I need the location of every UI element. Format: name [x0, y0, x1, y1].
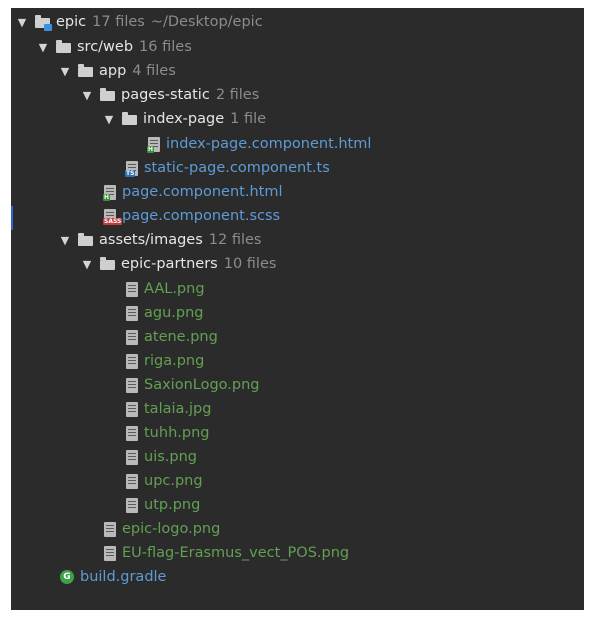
tree-item-label: epic	[56, 14, 87, 30]
tree-item-label: src/web	[77, 39, 134, 55]
module-folder-icon	[35, 15, 52, 31]
file-count: 2 files	[215, 87, 260, 103]
selection-edge-marker	[11, 206, 13, 230]
tree-file-image[interactable]: SaxionLogo.png	[126, 373, 259, 397]
tree-item-pages-static[interactable]: ▼ pages-static 2 files	[82, 83, 260, 107]
image-file-icon	[126, 473, 138, 489]
tree-item-label: epic-logo.png	[122, 521, 221, 537]
file-count: 4 files	[132, 63, 176, 79]
tree-item-label: SaxionLogo.png	[144, 377, 260, 393]
chevron-down-icon[interactable]: ▼	[60, 234, 70, 247]
chevron-down-icon[interactable]: ▼	[38, 41, 48, 54]
tree-file-image[interactable]: uis.png	[126, 445, 197, 469]
html-file-icon: H	[147, 136, 160, 153]
tree-item-index-page[interactable]: ▼ index-page 1 file	[104, 107, 266, 131]
tree-file-static-page-ts[interactable]: TS static-page.component.ts	[125, 156, 330, 180]
tree-item-label: page.component.html	[122, 184, 283, 200]
tree-file-eu-flag[interactable]: EU-flag-Erasmus_vect_POS.png	[104, 541, 349, 565]
file-count: 1 file	[230, 111, 267, 127]
chevron-down-icon[interactable]: ▼	[82, 89, 92, 102]
chevron-down-icon[interactable]: ▼	[104, 113, 114, 126]
tree-item-assets-images[interactable]: ▼ assets/images 12 files	[60, 228, 262, 252]
project-tree-panel: ▼ epic 17 files ~/Desktop/epic ▼ src/web…	[11, 8, 584, 610]
tree-file-image[interactable]: riga.png	[126, 349, 204, 373]
tree-file-image[interactable]: atene.png	[126, 325, 218, 349]
folder-icon	[78, 64, 93, 77]
html-file-icon: H	[103, 184, 116, 201]
tree-file-epic-logo[interactable]: epic-logo.png	[104, 517, 220, 541]
tree-item-label: uis.png	[144, 449, 197, 465]
html-badge: H	[103, 193, 111, 201]
tree-file-page-html[interactable]: H page.component.html	[103, 180, 283, 204]
tree-item-label: page.component.scss	[122, 208, 281, 224]
tree-file-page-scss[interactable]: SASS page.component.scss	[103, 204, 281, 228]
file-count: 10 files	[223, 256, 277, 272]
image-file-icon	[126, 305, 138, 321]
tree-file-image[interactable]: agu.png	[126, 301, 204, 325]
chevron-down-icon[interactable]: ▼	[60, 65, 70, 78]
tree-item-epic-partners[interactable]: ▼ epic-partners 10 files	[82, 252, 277, 276]
file-count: 12 files	[208, 232, 262, 248]
sass-file-icon: SASS	[103, 208, 123, 225]
tree-item-label: agu.png	[144, 305, 204, 321]
tree-item-label: epic-partners	[121, 256, 218, 272]
tree-item-label: talaia.jpg	[144, 401, 212, 417]
tree-item-label: tuhh.png	[144, 425, 210, 441]
image-file-icon	[104, 521, 116, 537]
image-file-icon	[126, 449, 138, 465]
image-file-icon	[126, 401, 138, 417]
tree-item-label: static-page.component.ts	[144, 160, 330, 176]
file-count: 16 files	[139, 39, 192, 55]
typescript-file-icon: TS	[125, 160, 138, 177]
folder-icon	[56, 40, 71, 53]
tree-file-image[interactable]: utp.png	[126, 493, 200, 517]
image-file-icon	[126, 377, 138, 393]
tree-item-src-web[interactable]: ▼ src/web 16 files	[38, 35, 192, 59]
folder-icon	[100, 257, 115, 270]
tree-item-label: build.gradle	[80, 569, 167, 585]
tree-item-label: index-page	[143, 111, 225, 127]
file-count: 17 files	[92, 14, 145, 30]
image-file-icon	[104, 545, 116, 561]
chevron-down-icon[interactable]: ▼	[82, 258, 92, 271]
tree-root-epic[interactable]: ▼ epic 17 files ~/Desktop/epic	[17, 10, 263, 34]
folder-icon	[122, 112, 137, 125]
image-file-icon	[126, 425, 138, 441]
chevron-down-icon[interactable]: ▼	[17, 16, 27, 29]
tree-item-label: index-page.component.html	[166, 136, 372, 152]
tree-file-image[interactable]: AAL.png	[126, 277, 205, 301]
folder-icon	[78, 233, 93, 246]
tree-item-label: riga.png	[144, 353, 205, 369]
tree-file-image[interactable]: talaia.jpg	[126, 397, 211, 421]
tree-item-label: assets/images	[99, 232, 203, 248]
image-file-icon	[126, 281, 138, 297]
folder-path: ~/Desktop/epic	[150, 14, 263, 30]
ts-badge: TS	[125, 169, 136, 177]
tree-item-label: pages-static	[121, 87, 210, 103]
tree-item-label: atene.png	[144, 329, 218, 345]
tree-item-label: app	[99, 63, 127, 79]
tree-item-label: EU-flag-Erasmus_vect_POS.png	[122, 545, 350, 561]
image-file-icon	[126, 329, 138, 345]
tree-file-image[interactable]: tuhh.png	[126, 421, 209, 445]
tree-item-app[interactable]: ▼ app 4 files	[60, 59, 176, 83]
tree-item-label: upc.png	[144, 473, 203, 489]
tree-item-label: AAL.png	[144, 281, 205, 297]
html-badge: H	[147, 145, 155, 153]
image-file-icon	[126, 497, 138, 513]
tree-file-build-gradle[interactable]: G build.gradle	[60, 565, 166, 589]
image-file-icon	[126, 353, 138, 369]
tree-item-label: utp.png	[144, 497, 201, 513]
sass-badge: SASS	[103, 217, 123, 225]
tree-file-image[interactable]: upc.png	[126, 469, 203, 493]
gradle-icon: G	[60, 570, 74, 584]
tree-file-index-page-html[interactable]: H index-page.component.html	[147, 132, 372, 156]
folder-icon	[100, 88, 115, 101]
